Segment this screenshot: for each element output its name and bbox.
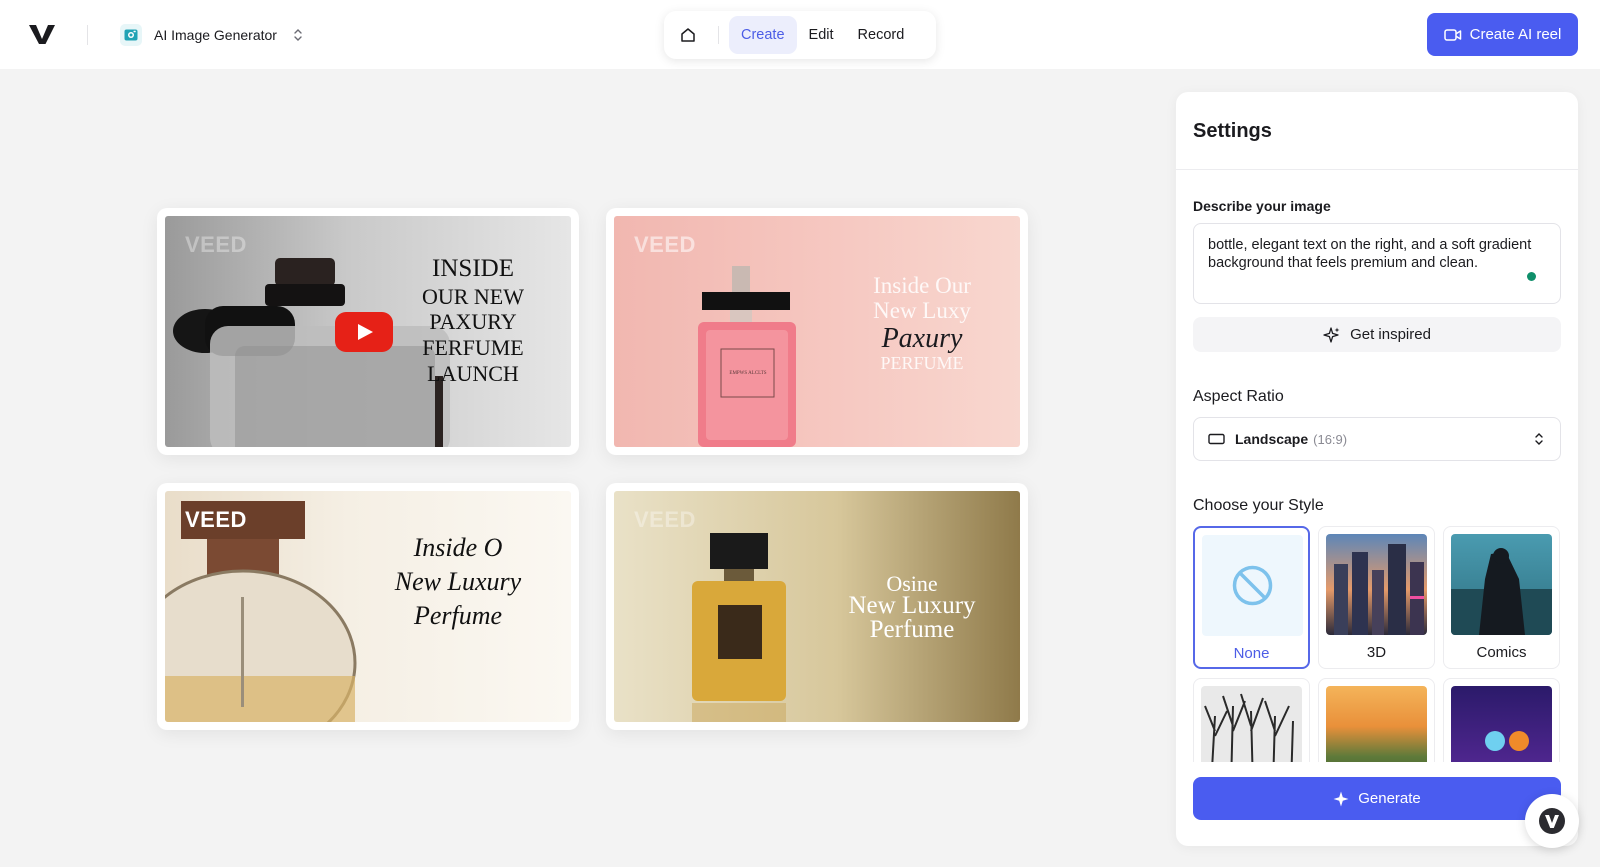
chevron-updown-icon	[294, 29, 302, 41]
generated-image-card[interactable]: VEED Inside O New Luxury Perfume	[157, 483, 579, 730]
choose-style-label: Choose your Style	[1193, 497, 1324, 514]
style-name: None	[1233, 645, 1270, 662]
generated-image-card[interactable]: VEED Osine New Luxury Perfume	[606, 483, 1028, 730]
style-option-3d[interactable]: 3D	[1318, 526, 1435, 669]
chevron-updown-icon	[1535, 433, 1543, 445]
caption-line: Inside O	[413, 533, 503, 562]
style-name: Comics	[1476, 644, 1527, 661]
comics-thumbnail	[1451, 548, 1552, 635]
style-thumbnail	[1326, 534, 1427, 635]
bottle-label: EMPWS ALCLTS	[729, 371, 767, 376]
caption-line: PERFUME	[880, 352, 964, 373]
get-inspired-label: Get inspired	[1350, 326, 1431, 343]
create-ai-reel-button[interactable]: Create AI reel	[1427, 13, 1578, 56]
nav-divider	[718, 26, 719, 44]
sparkle-icon	[1323, 326, 1340, 343]
generated-image: VEED EMPWS ALCLTS Inside Our New Luxy Pa…	[614, 216, 1020, 447]
sparkle-icon	[1333, 791, 1349, 806]
prompt-text: bottle, elegant text on the right, and a…	[1208, 237, 1532, 271]
image-caption: INSIDE OUR NEW PAXURY FERFUME LAUNCH	[403, 254, 543, 387]
tab-record[interactable]: Record	[846, 16, 917, 54]
image-caption: Osine New Luxury Perfume	[832, 571, 992, 644]
home-icon	[681, 28, 695, 42]
home-button[interactable]	[666, 13, 710, 57]
get-inspired-button[interactable]: Get inspired	[1193, 317, 1561, 352]
generated-image-card[interactable]: VEED INSIDE OUR NEW PAXURY FERFUME LAUNC…	[157, 208, 579, 455]
style-thumbnail	[1201, 686, 1302, 762]
caption-line: Perfume	[869, 616, 955, 644]
caption-line: New Luxury	[848, 592, 976, 620]
prompt-textarea[interactable]: bottle, elegant text on the right, and a…	[1193, 223, 1561, 304]
caption-line: Paxury	[881, 322, 963, 354]
header-divider	[87, 25, 88, 45]
tab-edit[interactable]: Edit	[797, 16, 846, 54]
style-thumbnail	[1451, 686, 1552, 762]
caption-line: PAXURY	[429, 309, 517, 335]
play-icon	[358, 324, 373, 340]
caption-line: Perfume	[413, 600, 503, 630]
veed-logo[interactable]	[28, 22, 60, 46]
status-dot	[1527, 272, 1536, 281]
style-option-none[interactable]: None	[1193, 526, 1310, 669]
caption-line: OUR NEW	[421, 283, 525, 309]
generated-image: VEED INSIDE OUR NEW PAXURY FERFUME LAUNC…	[165, 216, 571, 447]
generated-image: VEED Inside O New Luxury Perfume	[165, 491, 571, 722]
image-caption: Inside Our New Luxy Paxury PERFUME	[842, 273, 1002, 373]
create-ai-reel-label: Create AI reel	[1469, 26, 1562, 43]
image-generator-icon	[120, 24, 142, 46]
aspect-ratio-label: Aspect Ratio	[1193, 388, 1284, 405]
generate-label: Generate	[1358, 790, 1421, 807]
aspect-ratio-select[interactable]: Landscape (16:9)	[1193, 417, 1561, 461]
describe-image-label: Describe your image	[1193, 198, 1331, 214]
style-option-sketch[interactable]	[1193, 678, 1310, 762]
caption-line: FERFUME	[422, 335, 524, 361]
caption-line: INSIDE	[432, 255, 514, 282]
generate-button[interactable]: Generate	[1193, 777, 1561, 820]
caption-line: Osine	[886, 571, 938, 596]
video-camera-icon	[1443, 28, 1461, 41]
cartoon-thumbnail	[1485, 731, 1529, 751]
settings-divider	[1176, 169, 1578, 170]
style-thumbnail	[1202, 535, 1303, 636]
veed-chat-icon	[1539, 808, 1565, 834]
landscape-icon	[1208, 433, 1225, 445]
style-option-comics[interactable]: Comics	[1443, 526, 1560, 669]
caption-line: Inside Our	[873, 273, 971, 298]
app-switcher[interactable]: AI Image Generator	[120, 22, 305, 48]
caption-line: LAUNCH	[427, 361, 519, 387]
generated-image-card[interactable]: VEED EMPWS ALCLTS Inside Our New Luxy Pa…	[606, 208, 1028, 455]
mode-nav: Create Edit Record	[664, 11, 936, 59]
app-name: AI Image Generator	[154, 27, 277, 43]
trees-thumbnail	[1204, 693, 1294, 762]
settings-title: Settings	[1193, 120, 1272, 142]
style-option-cartoon[interactable]	[1443, 678, 1560, 762]
caption-line: New Luxury	[394, 566, 522, 596]
city-thumbnail	[1334, 544, 1424, 635]
style-option-landscape[interactable]	[1318, 678, 1435, 762]
no-style-icon	[1232, 565, 1273, 606]
generated-image: VEED Osine New Luxury Perfume	[614, 491, 1020, 722]
help-chat-button[interactable]	[1525, 794, 1579, 848]
style-thumbnail	[1451, 534, 1552, 635]
play-button[interactable]	[335, 312, 393, 352]
tab-create[interactable]: Create	[729, 16, 797, 54]
style-grid: None 3D Comics	[1193, 526, 1561, 762]
aspect-ratio-dimensions: (16:9)	[1313, 431, 1348, 447]
caption-line: New Luxy	[873, 297, 971, 323]
settings-panel: Settings Describe your image bottle, ele…	[1176, 92, 1578, 846]
veed-watermark: VEED	[185, 507, 247, 532]
style-thumbnail	[1326, 686, 1427, 762]
top-bar: AI Image Generator Create Edit Record Cr…	[0, 0, 1600, 69]
style-name: 3D	[1366, 644, 1387, 661]
aspect-ratio-value: Landscape	[1235, 431, 1309, 447]
image-caption: Inside O New Luxury Perfume	[373, 531, 543, 632]
